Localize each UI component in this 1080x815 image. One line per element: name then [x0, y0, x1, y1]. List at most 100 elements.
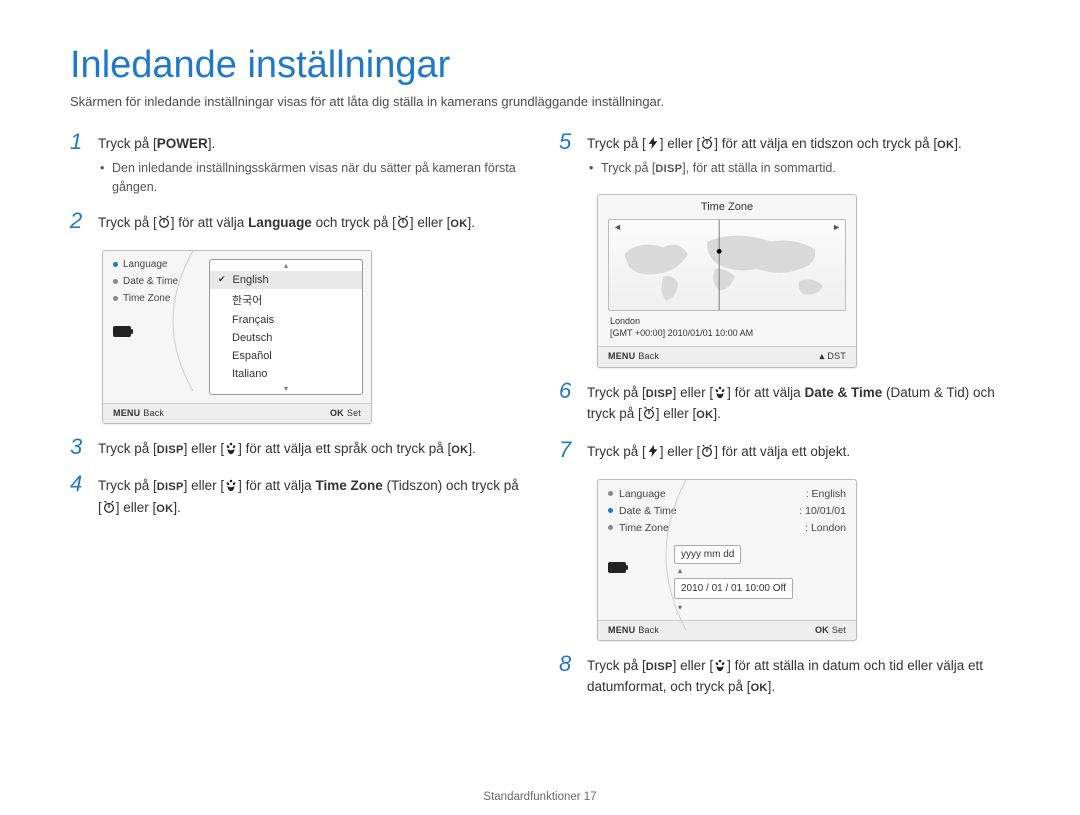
battery-icon	[113, 326, 131, 337]
ok-icon: OK	[156, 501, 173, 519]
step-number: 4	[70, 471, 82, 497]
disp-icon: DISP	[646, 659, 673, 677]
menu-value: : 10/01/01	[799, 505, 846, 517]
ok-icon: OK	[330, 408, 344, 418]
flash-icon	[646, 444, 660, 458]
step-bullet: Den inledande inställningsskärmen visas …	[98, 159, 521, 197]
disp-icon: DISP	[646, 386, 673, 404]
step-number: 7	[559, 437, 571, 463]
chevron-up-icon: ▴	[210, 260, 362, 271]
step-7: 7 Tryck på [] eller [] för att välja ett…	[559, 441, 1010, 463]
date-format: yyyy mm dd	[674, 545, 741, 564]
step-text: Tryck på [DISP] eller [] för att välja D…	[587, 382, 1010, 425]
camera-screen-datetime: Language: English Date & Time: 10/01/01 …	[597, 479, 857, 641]
screen-footer: MENUBack ▴DST	[598, 346, 856, 367]
step-number: 6	[559, 378, 571, 404]
language-option: 한국어	[210, 289, 362, 311]
menu-item: Time Zone	[619, 522, 669, 534]
ok-icon: OK	[815, 625, 829, 635]
battery-icon	[608, 562, 626, 573]
menu-icon: MENU	[608, 625, 635, 635]
menu-value: : English	[806, 488, 846, 500]
chevron-down-icon: ▾	[210, 383, 362, 394]
chevron-up-icon: ▴	[678, 566, 846, 575]
page-title: Inledande inställningar	[70, 44, 1010, 87]
power-label: POWER	[157, 136, 208, 151]
ok-icon: OK	[696, 407, 713, 425]
step-bullet: Tryck på [DISP], för att ställa in somma…	[587, 159, 1010, 178]
language-option: Italiano	[210, 365, 362, 383]
screen-footer: MENUBack OKSet	[598, 620, 856, 640]
step-3: 3 Tryck på [DISP] eller [] för att välja…	[70, 438, 521, 460]
timezone-info: London [GMT +00:00] 2010/01/01 10:00 AM	[598, 315, 856, 346]
language-label: Language	[248, 215, 312, 230]
menu-value: : London	[805, 522, 846, 534]
camera-screen-language: Language Date & Time Time Zone ▴ English…	[102, 250, 372, 424]
screen-footer: MENUBack OKSet	[103, 403, 371, 423]
ok-icon: OK	[450, 216, 467, 234]
step-text: Tryck på [] för att välja Language och t…	[98, 212, 521, 234]
flash-icon	[646, 136, 660, 150]
step-2: 2 Tryck på [] för att välja Language och…	[70, 212, 521, 234]
time-zone-label: Time Zone	[315, 478, 382, 493]
step-text: Tryck på [DISP] eller [] för att välja T…	[98, 475, 521, 518]
ok-icon: OK	[451, 442, 468, 460]
self-timer-icon	[157, 215, 171, 229]
screen-title: Time Zone	[598, 195, 856, 217]
arrow-right-icon: ►	[832, 222, 841, 232]
language-option: Français	[210, 311, 362, 329]
self-timer-icon	[102, 500, 116, 514]
menu-item: Date & Time	[619, 505, 677, 517]
macro-flower-icon	[224, 441, 238, 455]
self-timer-icon	[642, 406, 656, 420]
step-4: 4 Tryck på [DISP] eller [] för att välja…	[70, 475, 521, 518]
ok-icon: OK	[751, 680, 768, 698]
step-number: 1	[70, 129, 82, 155]
chevron-down-icon: ▾	[678, 603, 846, 612]
step-text: Tryck på [POWER].	[98, 133, 521, 155]
date-value: 2010 / 01 / 01 10:00 Off	[674, 578, 793, 599]
step-text: Tryck på [DISP] eller [] för att ställa …	[587, 655, 1010, 698]
step-number: 5	[559, 129, 571, 155]
menu-icon: MENU	[608, 351, 635, 361]
step-text: Tryck på [] eller [] för att välja en ti…	[587, 133, 1010, 155]
step-text: Tryck på [] eller [] för att välja ett o…	[587, 441, 1010, 463]
column-right: 5 Tryck på [] eller [] för att välja en …	[559, 133, 1010, 714]
arrow-left-icon: ◄	[613, 222, 622, 232]
step-8: 8 Tryck på [DISP] eller [] för att ställ…	[559, 655, 1010, 698]
macro-flower-icon	[224, 478, 238, 492]
step-number: 2	[70, 208, 82, 234]
menu-item: Time Zone	[123, 293, 170, 304]
world-map: ◄ ►	[608, 219, 846, 311]
date-time-label: Date & Time	[804, 385, 882, 400]
language-option: Español	[210, 347, 362, 365]
screen-left-panel: Language Date & Time Time Zone	[103, 251, 205, 403]
language-option: Deutsch	[210, 329, 362, 347]
ok-icon: OK	[937, 137, 954, 155]
self-timer-icon	[396, 215, 410, 229]
menu-item: Language	[619, 488, 666, 500]
menu-icon: MENU	[113, 408, 140, 418]
disp-icon: DISP	[157, 479, 184, 497]
chevron-up-icon: ▴	[820, 351, 825, 361]
self-timer-icon	[700, 444, 714, 458]
step-number: 3	[70, 434, 82, 460]
page-subtitle: Skärmen för inledande inställningar visa…	[70, 93, 1010, 111]
step-1: 1 Tryck på [POWER]. Den inledande instäl…	[70, 133, 521, 196]
step-number: 8	[559, 651, 571, 677]
disp-icon: DISP	[655, 161, 682, 178]
language-list: ▴ English 한국어 Français Deutsch Español I…	[209, 259, 363, 395]
step-text: Tryck på [DISP] eller [] för att välja e…	[98, 438, 521, 460]
step-6: 6 Tryck på [DISP] eller [] för att välja…	[559, 382, 1010, 425]
macro-flower-icon	[713, 385, 727, 399]
page-footer: Standardfunktioner 17	[0, 791, 1080, 803]
macro-flower-icon	[713, 658, 727, 672]
language-option: English	[210, 271, 362, 289]
menu-item: Language	[123, 259, 168, 270]
column-left: 1 Tryck på [POWER]. Den inledande instäl…	[70, 133, 521, 714]
menu-item: Date & Time	[123, 276, 178, 287]
self-timer-icon	[700, 136, 714, 150]
step-5: 5 Tryck på [] eller [] för att välja en …	[559, 133, 1010, 177]
disp-icon: DISP	[157, 442, 184, 460]
camera-screen-timezone: Time Zone ◄ ► London [GMT +00:00] 2010/0…	[597, 194, 857, 368]
